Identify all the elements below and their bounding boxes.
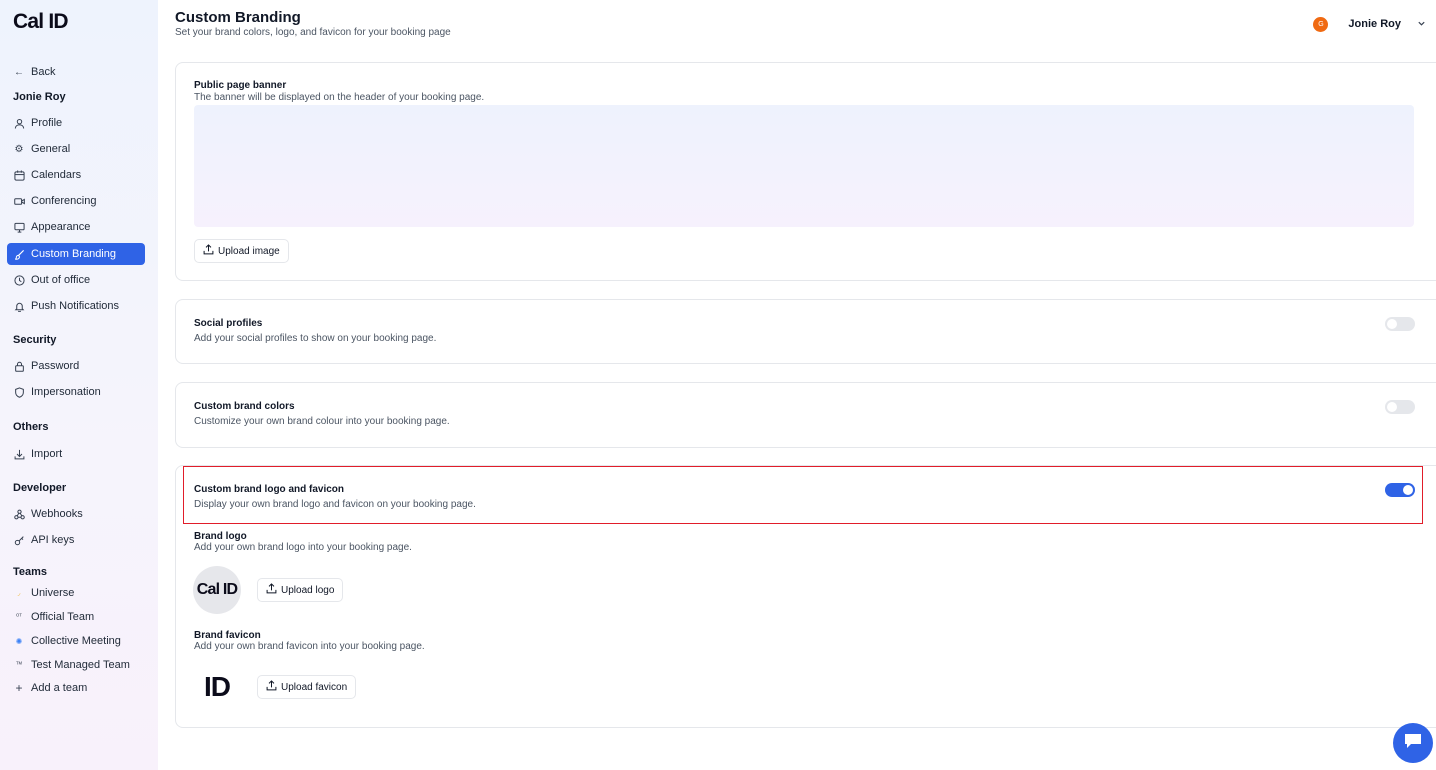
sidebar-heading-developer: Developer: [13, 482, 67, 494]
lock-icon: [13, 361, 25, 372]
download-icon: [13, 449, 25, 460]
brand-colors-card: Custom brand colors Customize your own b…: [175, 382, 1436, 448]
chat-icon: [1403, 732, 1423, 755]
sidebar-item-calendars[interactable]: Calendars: [7, 164, 145, 186]
user-menu[interactable]: G Jonie Roy: [1313, 14, 1426, 34]
sidebar-item-import[interactable]: Import: [7, 443, 145, 465]
upload-image-button[interactable]: Upload image: [194, 239, 289, 263]
upload-icon: [266, 583, 277, 597]
calendar-icon: [13, 169, 25, 181]
team-avatar-icon: ◞: [17, 590, 21, 597]
social-profiles-card: Social profiles Add your social profiles…: [175, 299, 1436, 364]
brand-logo-preview: Cal ID: [193, 566, 241, 614]
sidebar-item-custom-branding[interactable]: Custom Branding: [7, 243, 145, 265]
back-link[interactable]: ← Back: [7, 61, 145, 83]
bell-icon: [13, 301, 25, 312]
sidebar-item-conferencing[interactable]: Conferencing: [7, 190, 145, 212]
sidebar-item-api-keys[interactable]: API keys: [7, 529, 145, 551]
sidebar-heading-teams: Teams: [13, 566, 48, 578]
sidebar-item-add-team[interactable]: + Add a team: [7, 677, 145, 699]
upload-favicon-button[interactable]: Upload favicon: [257, 675, 357, 699]
shield-icon: [13, 386, 25, 398]
sidebar-item-password[interactable]: Password: [7, 355, 145, 377]
plus-icon: +: [15, 681, 23, 695]
sidebar-item-team-official[interactable]: ᴼᵀ Official Team: [7, 606, 145, 628]
brand-favicon-preview: ID: [204, 671, 231, 702]
team-avatar-icon: ✺: [15, 636, 23, 646]
sidebar-item-impersonation[interactable]: Impersonation: [7, 381, 145, 403]
chat-button[interactable]: [1393, 723, 1433, 763]
sidebar-item-team-collective[interactable]: ✺ Collective Meeting: [7, 630, 145, 652]
brand-favicon-title: Brand favicon: [194, 630, 261, 641]
gear-icon: ⚙: [14, 143, 24, 155]
highlight-outline: [183, 466, 1423, 524]
banner-card-title: Public page banner: [194, 80, 287, 91]
page-subtitle: Set your brand colors, logo, and favicon…: [175, 27, 451, 38]
sidebar-item-general[interactable]: ⚙ General: [7, 138, 145, 160]
brush-icon: [13, 249, 25, 260]
upload-icon: [266, 680, 277, 694]
avatar: G: [1313, 16, 1329, 32]
webhook-icon: [13, 509, 25, 520]
sidebar-item-out-of-office[interactable]: Out of office: [7, 269, 145, 291]
monitor-icon: [13, 222, 25, 233]
banner-card-description: The banner will be displayed on the head…: [194, 92, 485, 103]
video-icon: [13, 196, 25, 207]
page-title: Custom Branding: [175, 9, 301, 26]
brand-logo-description: Add your own brand logo into your bookin…: [194, 542, 412, 553]
sidebar-heading-security: Security: [13, 334, 57, 346]
sidebar-item-push-notifications[interactable]: Push Notifications: [7, 295, 145, 317]
chevron-down-icon: [1417, 19, 1426, 30]
sidebar-item-profile[interactable]: Profile: [7, 112, 145, 134]
brand-colors-description: Customize your own brand colour into you…: [194, 416, 450, 427]
user-name: Jonie Roy: [1348, 18, 1401, 30]
brand-colors-title: Custom brand colors: [194, 401, 295, 412]
sidebar-user-name: Jonie Roy: [13, 91, 66, 103]
sidebar-item-appearance[interactable]: Appearance: [7, 216, 145, 238]
brand-favicon-description: Add your own brand favicon into your boo…: [194, 641, 425, 652]
sidebar-item-team-universe[interactable]: ◞ Universe: [7, 582, 145, 604]
clock-icon: [13, 274, 25, 286]
banner-preview[interactable]: [194, 105, 1414, 227]
banner-card: Public page banner The banner will be di…: [175, 62, 1436, 281]
sidebar: Cal ID ← Back Jonie Roy Profile ⚙ Genera…: [0, 0, 158, 770]
team-avatar-icon: ᴼᵀ: [16, 614, 22, 620]
social-profiles-description: Add your social profiles to show on your…: [194, 333, 437, 344]
upload-icon: [203, 244, 214, 258]
arrow-left-icon: ←: [14, 66, 24, 78]
brand-logo: Cal ID: [13, 10, 69, 33]
sidebar-item-webhooks[interactable]: Webhooks: [7, 503, 145, 525]
sidebar-heading-others: Others: [13, 421, 49, 433]
team-avatar-icon: ᵀᴹ: [16, 662, 22, 668]
brand-colors-toggle[interactable]: [1385, 400, 1415, 414]
brand-logo-title: Brand logo: [194, 531, 247, 542]
sidebar-item-team-test-managed[interactable]: ᵀᴹ Test Managed Team: [7, 654, 145, 676]
upload-logo-button[interactable]: Upload logo: [257, 578, 344, 602]
social-profiles-toggle[interactable]: [1385, 317, 1415, 331]
key-icon: [13, 535, 25, 546]
user-icon: [13, 118, 25, 129]
social-profiles-title: Social profiles: [194, 318, 263, 329]
